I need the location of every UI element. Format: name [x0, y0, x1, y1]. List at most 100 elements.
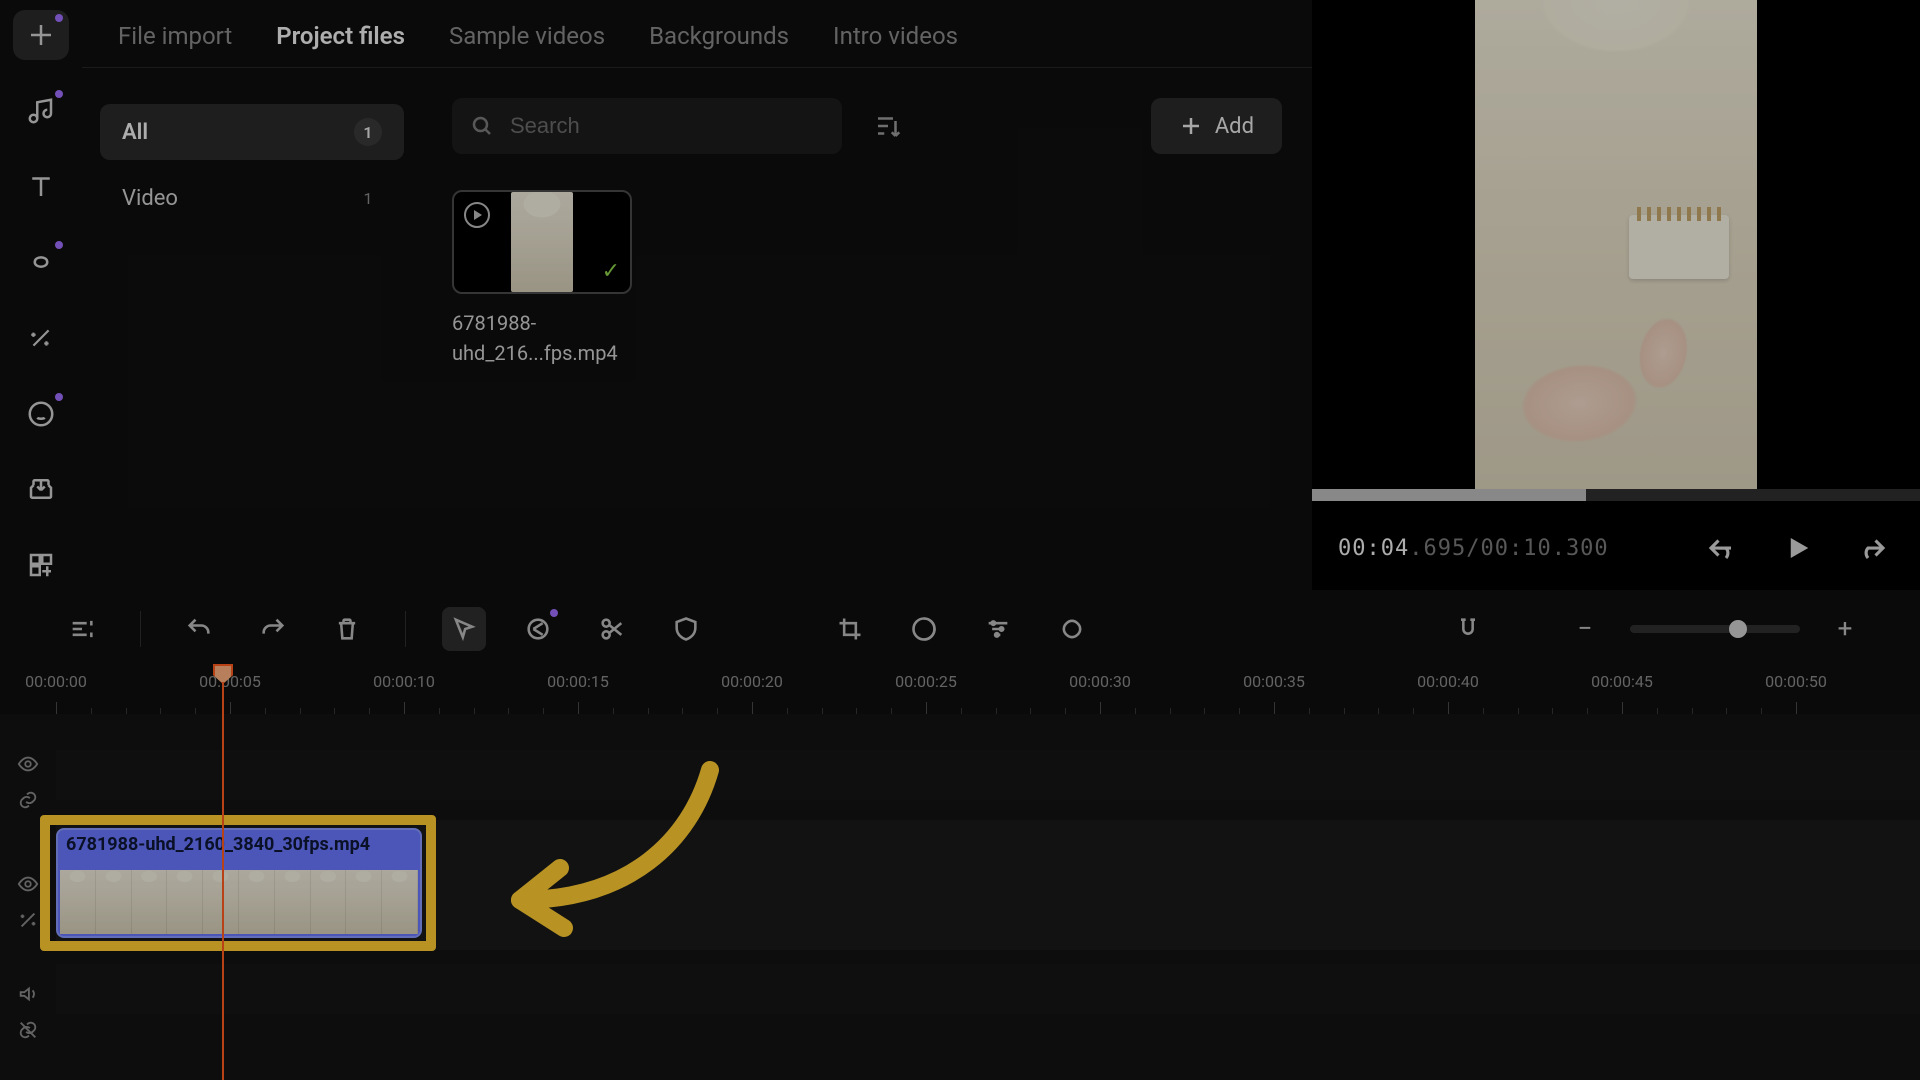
tab-backgrounds[interactable]: Backgrounds: [649, 22, 789, 67]
panel-body: All 1 Video 1: [82, 68, 1312, 590]
zoom-in-button[interactable]: +: [1830, 614, 1860, 644]
rail-dot: [55, 14, 63, 22]
preview-timecode: 00:04.695/00:10.300: [1338, 536, 1609, 561]
rail-magic[interactable]: [13, 313, 69, 363]
undo-button[interactable]: [177, 607, 221, 651]
rail-text[interactable]: [13, 162, 69, 212]
rail-transition[interactable]: [13, 237, 69, 287]
track-row-text[interactable]: [56, 750, 1920, 800]
ruler-label: 00:00:50: [1765, 672, 1827, 691]
preview-frame: [1475, 0, 1757, 489]
preview-frame-hand2: [1610, 302, 1711, 426]
preview-video[interactable]: [1312, 0, 1920, 489]
blade-tool[interactable]: [516, 607, 560, 651]
preview-panel: 00:04.695/00:10.300: [1312, 0, 1920, 590]
filter-count: 1: [354, 118, 382, 146]
crop-button[interactable]: [828, 607, 872, 651]
check-icon: ✓: [602, 259, 620, 284]
file-grid: ✓ 6781988-uhd_216...fps.mp4: [452, 190, 1282, 368]
snap-button[interactable]: [1446, 607, 1490, 651]
add-button[interactable]: Add: [1151, 98, 1282, 154]
play-icon: [464, 202, 490, 228]
rail-dot: [55, 393, 63, 401]
ruler-label: 00:00:10: [373, 672, 435, 691]
rail-templates[interactable]: [13, 540, 69, 590]
select-tool[interactable]: [442, 607, 486, 651]
timeline-clip[interactable]: 6781988-uhd_2160_3840_30fps.mp4: [56, 828, 422, 938]
file-card[interactable]: ✓ 6781988-uhd_216...fps.mp4: [452, 190, 632, 368]
rail-dot: [550, 609, 558, 617]
filter-label: Video: [122, 186, 178, 211]
zoom-slider[interactable]: [1630, 625, 1800, 633]
tab-intro-videos[interactable]: Intro videos: [833, 22, 958, 67]
ruler-label: 00:00:25: [895, 672, 957, 691]
rail-sticker[interactable]: [13, 389, 69, 439]
ruler-label: 00:00:35: [1243, 672, 1305, 691]
ruler-label: 00:00:30: [1069, 672, 1131, 691]
preview-progress-fill: [1312, 489, 1586, 501]
search-box[interactable]: [452, 98, 842, 154]
link-icon[interactable]: [14, 786, 42, 814]
add-button-label: Add: [1215, 114, 1254, 139]
app-root: File import Project files Sample videos …: [0, 0, 1920, 1080]
panel-toolbar: Add: [452, 98, 1282, 154]
tab-project-files[interactable]: Project files: [276, 22, 405, 67]
clip-frames: [60, 870, 418, 934]
rail-add-media[interactable]: [13, 10, 69, 60]
media-tabs: File import Project files Sample videos …: [82, 0, 1312, 68]
transition-button[interactable]: [1050, 607, 1094, 651]
toggle-visibility-icon[interactable]: [14, 750, 42, 778]
sort-button[interactable]: [866, 104, 910, 148]
ruler-label: 00:00:00: [25, 672, 87, 691]
ruler-label: 00:00:45: [1591, 672, 1653, 691]
volume-icon[interactable]: [14, 980, 42, 1008]
ruler-label: 00:00:40: [1417, 672, 1479, 691]
zoom-out-button[interactable]: −: [1570, 614, 1600, 644]
track-row-audio[interactable]: [56, 964, 1920, 1014]
thumbnail-image: [511, 192, 573, 292]
panel-main: Add ✓ 6781988-uhd_216...fps.mp4: [422, 68, 1312, 590]
redo-button[interactable]: [251, 607, 295, 651]
zoom-knob[interactable]: [1729, 620, 1747, 638]
fx-icon[interactable]: [14, 906, 42, 934]
search-input[interactable]: [508, 112, 824, 140]
tab-file-import[interactable]: File import: [118, 22, 232, 67]
tab-sample-videos[interactable]: Sample videos: [449, 22, 605, 67]
filter-label: All: [122, 120, 148, 145]
playhead[interactable]: [222, 664, 224, 1080]
ruler-label: 00:00:20: [721, 672, 783, 691]
file-name-label: 6781988-uhd_216...fps.mp4: [452, 308, 632, 368]
media-panel: File import Project files Sample videos …: [82, 0, 1312, 590]
shield-tool[interactable]: [664, 607, 708, 651]
adjust-button[interactable]: [902, 607, 946, 651]
filter-all[interactable]: All 1: [100, 104, 404, 160]
file-thumbnail[interactable]: ✓: [452, 190, 632, 294]
filter-count: 1: [354, 184, 382, 212]
timeline-ruler[interactable]: 00:00:0000:00:0500:00:1000:00:1500:00:20…: [0, 664, 1920, 714]
timeline-toolbar: − +: [0, 594, 1920, 664]
preview-progress[interactable]: [1312, 489, 1920, 501]
rail-export[interactable]: [13, 465, 69, 515]
rail-music[interactable]: [13, 86, 69, 136]
clip-title-label: 6781988-uhd_2160_3840_30fps.mp4: [66, 834, 412, 855]
preview-play-button[interactable]: [1776, 527, 1818, 569]
filter-video[interactable]: Video 1: [100, 170, 404, 226]
hidden-link-icon[interactable]: [14, 1016, 42, 1044]
ruler-label: 00:00:15: [547, 672, 609, 691]
preview-next-button[interactable]: [1852, 527, 1894, 569]
rail-dot: [55, 241, 63, 249]
tl-options[interactable]: [60, 607, 104, 651]
preview-prev-button[interactable]: [1700, 527, 1742, 569]
filters-button[interactable]: [976, 607, 1020, 651]
track-icons: [0, 714, 56, 1080]
plus-icon: [1179, 114, 1203, 138]
left-rail: [0, 0, 82, 590]
filter-sidebar: All 1 Video 1: [82, 68, 422, 590]
preview-controls: 00:04.695/00:10.300: [1312, 508, 1920, 588]
search-icon: [470, 114, 494, 138]
eye-icon[interactable]: [14, 870, 42, 898]
preview-frame-notepad: [1629, 215, 1729, 279]
rail-dot: [55, 90, 63, 98]
delete-button[interactable]: [325, 607, 369, 651]
split-button[interactable]: [590, 607, 634, 651]
